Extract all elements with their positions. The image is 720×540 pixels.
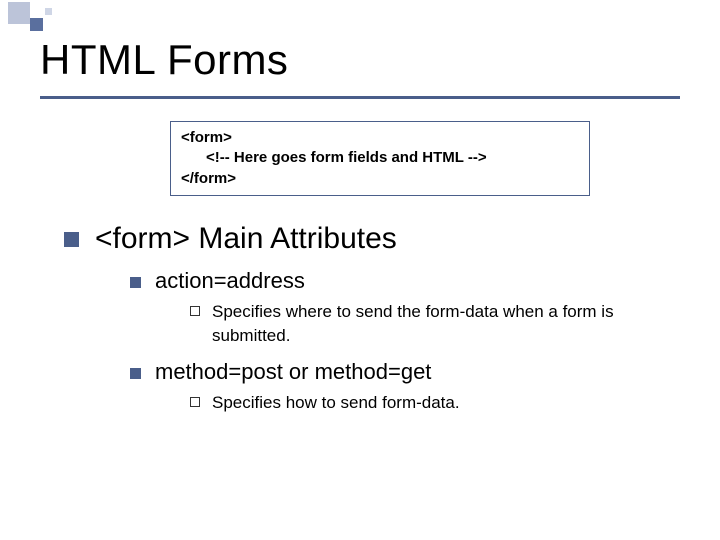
bullet-level1: <form> Main Attributes	[64, 222, 680, 256]
bullet-level3: Specifies where to send the form-data wh…	[190, 300, 680, 348]
hollow-square-bullet-icon	[190, 397, 200, 407]
bullet-level2: method=post or method=get	[130, 359, 680, 385]
square-bullet-icon	[64, 232, 79, 247]
code-example-box: <form> <!-- Here goes form fields and HT…	[170, 121, 590, 196]
slide-content: HTML Forms <form> <!-- Here goes form fi…	[0, 0, 720, 415]
deco-square-icon	[30, 18, 43, 31]
corner-decoration	[0, 0, 90, 40]
square-bullet-icon	[130, 368, 141, 379]
square-bullet-icon	[130, 277, 141, 288]
bullet-level3: Specifies how to send form-data.	[190, 391, 680, 415]
title-underline	[40, 96, 680, 99]
slide-title: HTML Forms	[40, 36, 680, 84]
deco-square-icon	[8, 2, 30, 24]
attr-method-or: or	[283, 359, 315, 384]
attr-method-get: method=get	[315, 359, 432, 384]
deco-square-icon	[45, 8, 52, 15]
attr-method-post: method=post	[155, 359, 283, 384]
bullet-level2: action=address	[130, 268, 680, 294]
heading-main-attributes: <form> Main Attributes	[95, 222, 397, 256]
attr-method-label: method=post or method=get	[155, 359, 431, 385]
attr-method-desc: Specifies how to send form-data.	[212, 391, 460, 415]
hollow-square-bullet-icon	[190, 306, 200, 316]
attr-action-desc: Specifies where to send the form-data wh…	[212, 300, 680, 348]
attr-action-label: action=address	[155, 268, 305, 294]
